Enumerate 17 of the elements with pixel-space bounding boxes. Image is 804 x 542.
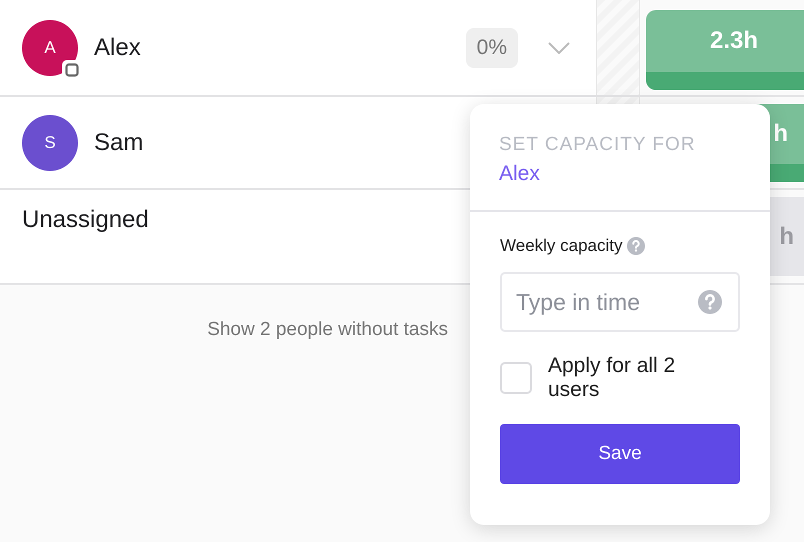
show-people-link[interactable]: Show 2 people without tasks	[207, 319, 448, 542]
person-name: Sam	[94, 128, 144, 156]
capacity-percent[interactable]: 0%	[466, 28, 518, 68]
time-bar[interactable]: 2.3h	[646, 10, 804, 90]
field-label: Weekly capacity	[500, 236, 623, 256]
checkbox[interactable]	[500, 362, 532, 394]
time-input-field[interactable]: Type in time	[500, 272, 740, 332]
save-button[interactable]: Save	[500, 424, 740, 484]
help-icon	[698, 290, 722, 314]
avatar: S	[22, 114, 78, 170]
checkbox-label: Apply for all 2 users	[548, 354, 676, 402]
chevron-down-icon[interactable]	[548, 42, 570, 54]
person-name: Alex	[94, 34, 141, 62]
person-name: Alex	[499, 162, 541, 186]
group-label: Unassigned	[22, 206, 149, 234]
help-icon	[626, 237, 645, 255]
popover-heading: SET CAPACITY FOR	[499, 134, 697, 156]
